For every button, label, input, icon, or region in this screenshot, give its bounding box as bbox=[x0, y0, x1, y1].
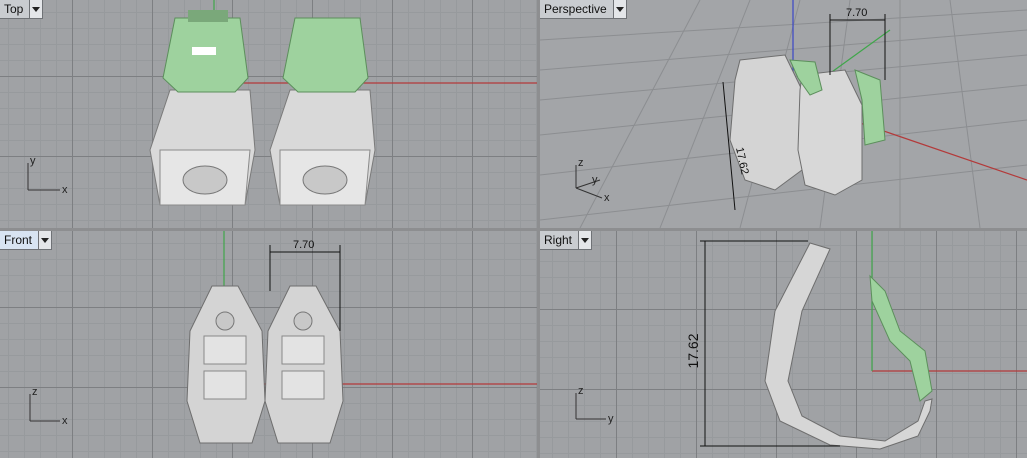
viewport-title-front[interactable]: Front bbox=[0, 231, 38, 249]
axis-gizmo-right: z y bbox=[575, 385, 614, 425]
viewport-menu-dropdown-icon[interactable] bbox=[612, 0, 626, 18]
model-right-top bbox=[269, 17, 376, 206]
viewport-tab-perspective[interactable]: Perspective bbox=[540, 0, 627, 19]
dimension-width-label: 7.70 bbox=[846, 7, 867, 19]
axis-gizmo-front: z x bbox=[29, 386, 68, 427]
model-perspective bbox=[729, 54, 886, 196]
axis-label-x: x bbox=[62, 184, 68, 196]
axis-label-x: x bbox=[604, 192, 610, 204]
viewport-tab-top[interactable]: Top bbox=[0, 0, 44, 19]
viewport-tab-front[interactable]: Front bbox=[0, 231, 53, 250]
axis-label-x: x bbox=[62, 415, 68, 427]
axis-label-y: y bbox=[592, 174, 598, 186]
viewport-perspective[interactable]: 7.70 17.62 z y x Perspective bbox=[540, 0, 1027, 228]
model-right-side bbox=[764, 242, 933, 450]
viewport-front[interactable]: Front 7.70 z x bbox=[0, 231, 537, 458]
viewport-title-top[interactable]: Top bbox=[0, 0, 29, 18]
perspective-view-canvas: 7.70 17.62 z y x bbox=[540, 0, 1027, 228]
viewport-top[interactable]: Top y x bbox=[0, 0, 537, 228]
axis-gizmo-top: y x bbox=[27, 155, 68, 196]
axis-label-y: y bbox=[30, 155, 36, 167]
front-view-canvas: 7.70 z x bbox=[29, 231, 537, 444]
viewport-right[interactable]: Right 17.62 z y bbox=[540, 231, 1027, 458]
axis-label-z: z bbox=[578, 385, 584, 397]
right-view-canvas: 17.62 z y bbox=[575, 231, 1027, 450]
dimension-width-label: 7.70 bbox=[293, 239, 314, 251]
model-left-front bbox=[186, 285, 266, 444]
rhino-viewport-layout: Top y x 7.70 17.62 z y x Perspective Fro… bbox=[0, 0, 1027, 458]
dimension-height-label: 17.62 bbox=[685, 333, 701, 368]
top-view-canvas: y x bbox=[27, 0, 537, 206]
viewport-menu-dropdown-icon[interactable] bbox=[29, 0, 43, 18]
model-left-top bbox=[149, 10, 256, 206]
viewport-menu-dropdown-icon[interactable] bbox=[578, 231, 592, 249]
axis-label-y: y bbox=[608, 413, 614, 425]
model-right-front bbox=[264, 285, 344, 444]
viewport-title-right[interactable]: Right bbox=[540, 231, 578, 249]
viewport-title-perspective[interactable]: Perspective bbox=[540, 0, 613, 18]
viewport-menu-dropdown-icon[interactable] bbox=[38, 231, 52, 249]
viewport-tab-right[interactable]: Right bbox=[540, 231, 593, 250]
axis-label-z: z bbox=[32, 386, 38, 398]
axis-label-z: z bbox=[578, 157, 584, 169]
